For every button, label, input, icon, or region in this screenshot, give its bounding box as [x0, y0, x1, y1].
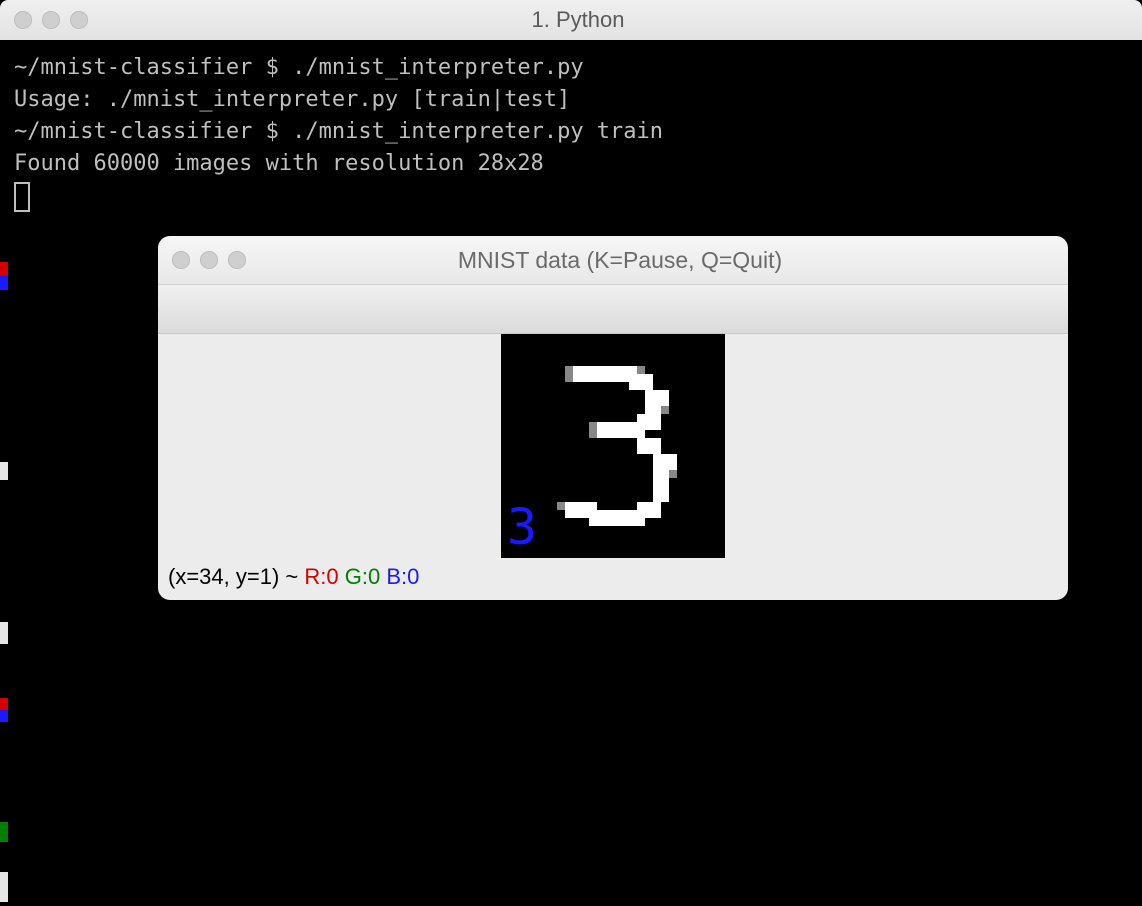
pixel-b-value: B:0 — [386, 564, 419, 589]
pixel-status-bar: (x=34, y=1) ~ R:0 G:0 B:0 — [158, 558, 1068, 600]
pixel-r-value: R:0 — [304, 564, 338, 589]
mnist-toolbar — [158, 285, 1068, 334]
digit-class-label: 3 — [507, 498, 537, 556]
terminal-titlebar[interactable]: 1. Python — [0, 0, 1142, 41]
prompt-symbol-2: $ — [266, 119, 279, 144]
mnist-window-title: MNIST data (K=Pause, Q=Quit) — [246, 247, 994, 274]
close-icon[interactable] — [172, 251, 190, 269]
zoom-icon[interactable] — [70, 11, 88, 29]
minimize-icon[interactable] — [200, 251, 218, 269]
mnist-titlebar[interactable]: MNIST data (K=Pause, Q=Quit) — [158, 236, 1068, 285]
window-controls — [14, 11, 88, 29]
mnist-image-area: 3 (x=34, y=1) ~ R:0 G:0 B:0 — [158, 334, 1068, 600]
pixel-coords: (x=34, y=1) ~ — [168, 564, 304, 589]
background-window-sliver — [0, 262, 10, 902]
mnist-viewer-window: MNIST data (K=Pause, Q=Quit) — [158, 236, 1068, 600]
output-2: Found 60000 images with resolution 28x28 — [14, 151, 544, 176]
pixel-g-value: G:0 — [345, 564, 380, 589]
minimize-icon[interactable] — [42, 11, 60, 29]
terminal-window: 1. Python ~/mnist-classifier $ ./mnist_i… — [0, 0, 1142, 906]
output-1: Usage: ./mnist_interpreter.py [train|tes… — [14, 87, 570, 112]
mnist-window-controls — [172, 251, 246, 269]
terminal-cursor — [14, 182, 30, 212]
zoom-icon[interactable] — [228, 251, 246, 269]
prompt-path-2: ~/mnist-classifier — [14, 119, 252, 144]
prompt-symbol: $ — [266, 55, 279, 80]
command-2: ./mnist_interpreter.py train — [292, 119, 663, 144]
command-1: ./mnist_interpreter.py — [292, 55, 583, 80]
close-icon[interactable] — [14, 11, 32, 29]
terminal-title: 1. Python — [88, 7, 1068, 33]
prompt-path: ~/mnist-classifier — [14, 55, 252, 80]
